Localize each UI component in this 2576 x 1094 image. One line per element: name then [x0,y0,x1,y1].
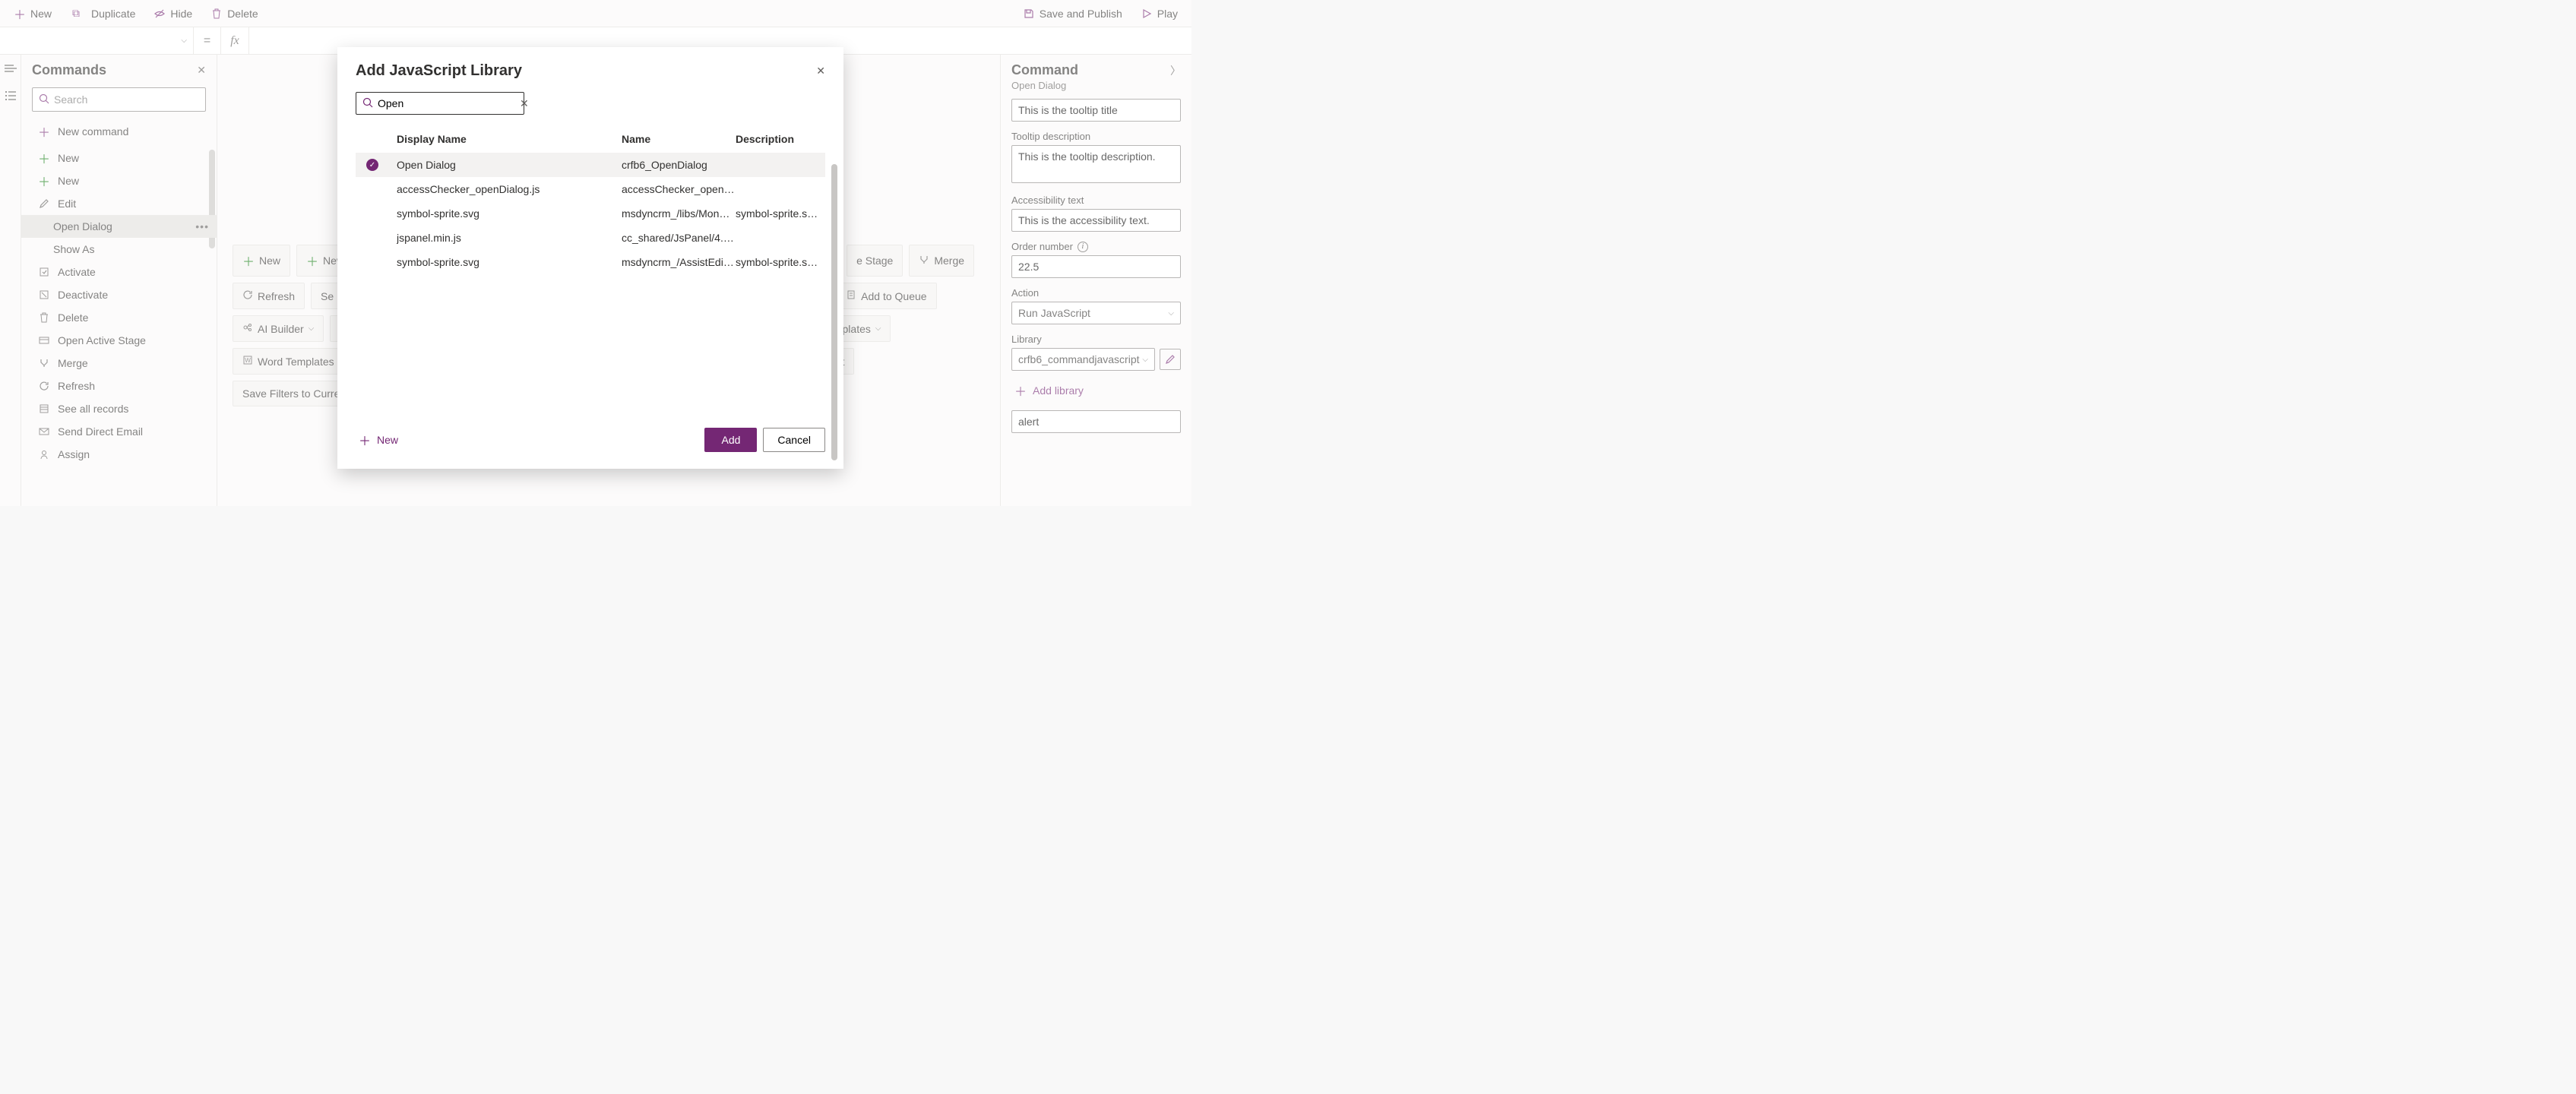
modal-search[interactable]: ✕ [356,92,524,115]
row-description: symbol-sprite.sv... [736,256,819,268]
row-name: accessChecker_openDial... [622,183,736,195]
row-description: symbol-sprite.sv... [736,207,819,220]
modal-footer: ＋ New Add Cancel [356,426,825,454]
row-name: msdyncrm_/libs/Monaco... [622,207,736,220]
footer-buttons: Add Cancel [704,428,825,452]
modal-new-button[interactable]: ＋ New [356,426,401,454]
row-display-name: accessChecker_openDialog.js [397,183,622,195]
scrollbar-thumb[interactable] [831,164,837,460]
col-name[interactable]: Name [622,133,736,145]
row-display-name: jspanel.min.js [397,232,622,244]
result-row[interactable]: symbol-sprite.svg msdyncrm_/AssistEditCo… [356,250,825,274]
add-js-library-modal: Add JavaScript Library ✕ ✕ Display Name … [337,47,843,469]
results-table: Display Name Name Description ✓ Open Dia… [356,125,825,274]
result-row[interactable]: jspanel.min.js cc_shared/JsPanel/4.6.0/.… [356,226,825,250]
result-row[interactable]: ✓ Open Dialog crfb6_OpenDialog [356,153,825,177]
row-display-name: Open Dialog [397,159,622,171]
modal-header: Add JavaScript Library ✕ [356,62,825,80]
row-checkbox[interactable]: ✓ [366,159,397,171]
add-button[interactable]: Add [704,428,757,452]
close-icon[interactable]: ✕ [816,65,825,77]
row-name: msdyncrm_/AssistEditCo... [622,256,736,268]
result-row[interactable]: accessChecker_openDialog.js accessChecke… [356,177,825,201]
row-display-name: symbol-sprite.svg [397,256,622,268]
modal-search-input[interactable] [378,97,515,109]
plus-icon: ＋ [359,431,371,449]
results-scrollbar[interactable] [830,158,839,462]
clear-search-icon[interactable]: ✕ [520,97,529,110]
result-row[interactable]: symbol-sprite.svg msdyncrm_/libs/Monaco.… [356,201,825,226]
results-header-row: Display Name Name Description [356,125,825,153]
cancel-button[interactable]: Cancel [763,428,825,452]
search-icon [362,97,373,110]
row-name: cc_shared/JsPanel/4.6.0/... [622,232,736,244]
row-name: crfb6_OpenDialog [622,159,736,171]
row-display-name: symbol-sprite.svg [397,207,622,220]
modal-title: Add JavaScript Library [356,62,522,80]
col-description[interactable]: Description [736,133,819,145]
col-display-name[interactable]: Display Name [397,133,622,145]
check-icon: ✓ [366,159,378,171]
modal-new-label: New [377,434,398,446]
